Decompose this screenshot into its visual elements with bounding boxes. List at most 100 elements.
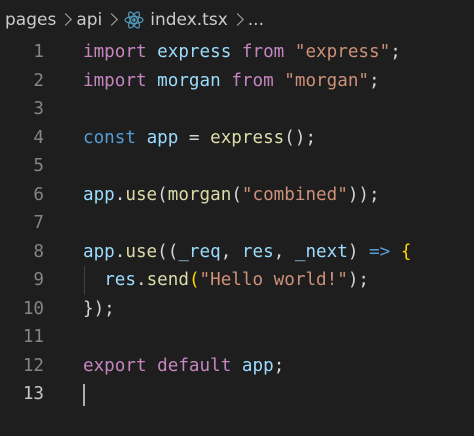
code-token: ) — [347, 241, 370, 262]
code-line[interactable]: 1 import express from "express"; — [0, 38, 474, 67]
chevron-right-icon — [231, 12, 245, 28]
breadcrumb-item-api[interactable]: api — [76, 10, 102, 30]
code-editor[interactable]: 1 import express from "express"; 2 import m… — [0, 38, 474, 409]
code-token: "express" — [294, 42, 391, 62]
chevron-right-icon — [105, 12, 119, 28]
code-token: express — [210, 127, 285, 148]
code-token: app — [83, 241, 115, 262]
code-line[interactable]: 12 export default app; — [0, 352, 474, 381]
code-token: app — [83, 184, 115, 205]
code-token: from — [231, 70, 274, 91]
code-line[interactable]: 10}); — [0, 295, 474, 324]
react-icon — [124, 10, 144, 30]
code-token: use — [125, 184, 158, 205]
code-token: "Hello world!" — [199, 270, 348, 290]
code-line[interactable]: 13 — [0, 380, 474, 409]
code-token: . — [135, 270, 147, 290]
code-token: "combined" — [241, 184, 348, 205]
code-token: import — [83, 42, 147, 62]
breadcrumb: pages api index.tsx ... — [0, 0, 474, 40]
code-line[interactable]: 11 — [0, 323, 474, 352]
code-line[interactable]: 2 import morgan from "morgan"; — [0, 67, 474, 96]
code-token: ( — [231, 184, 242, 205]
code-text: const app = express(); — [83, 124, 316, 153]
line-number: 12 — [22, 355, 44, 376]
line-number: 6 — [33, 184, 44, 205]
code-token: _req — [178, 241, 221, 262]
code-token: ); — [347, 270, 370, 290]
code-line[interactable]: 7 — [0, 209, 474, 238]
code-text: import morgan from "morgan"; — [83, 67, 380, 96]
code-token: "morgan" — [284, 70, 370, 91]
code-token: (); — [284, 127, 317, 148]
line-number: 5 — [33, 156, 44, 176]
code-token: , — [273, 241, 295, 262]
code-line[interactable]: 4 const app = express(); — [0, 124, 474, 153]
code-token: }); — [83, 298, 115, 319]
code-text: app.use((_req, res, _next) => { — [83, 238, 411, 267]
text-cursor — [83, 384, 85, 406]
code-token: res — [241, 241, 274, 262]
line-number: 13 — [22, 384, 44, 404]
line-number: 10 — [22, 298, 44, 319]
breadcrumb-item-pages[interactable]: pages — [5, 10, 56, 30]
code-token: ( — [157, 184, 168, 205]
code-token: const — [83, 127, 136, 148]
code-token: , — [220, 241, 242, 262]
code-token: . — [114, 184, 126, 205]
code-line[interactable]: 8 app.use((_req, res, _next) => { — [0, 238, 474, 267]
code-token: { — [400, 241, 412, 262]
code-token: ; — [390, 42, 401, 62]
code-text: res.send("Hello world!"); — [83, 266, 369, 295]
code-text: export default app; — [83, 352, 284, 381]
line-number: 8 — [33, 241, 44, 262]
code-token: (( — [157, 241, 179, 262]
line-number: 3 — [33, 99, 44, 119]
line-number: 9 — [33, 270, 44, 290]
code-token: ; — [273, 355, 285, 376]
code-token: morgan — [167, 184, 232, 205]
code-line[interactable]: 5 — [0, 152, 474, 181]
code-token: send — [146, 270, 189, 290]
chevron-right-icon — [59, 12, 73, 28]
code-token: app — [241, 355, 274, 376]
code-token: default — [157, 355, 232, 376]
code-text: }); — [83, 295, 115, 324]
code-token: _next — [294, 241, 348, 262]
line-number: 11 — [22, 327, 44, 347]
code-token: = — [178, 127, 211, 148]
line-number: 1 — [33, 42, 44, 62]
code-token: express — [157, 42, 232, 62]
code-line[interactable]: 3 — [0, 95, 474, 124]
code-token: import — [83, 70, 147, 91]
code-token: . — [114, 241, 126, 262]
breadcrumb-item-more[interactable]: ... — [248, 10, 264, 30]
code-text: import express from "express"; — [83, 38, 401, 67]
line-number: 7 — [33, 213, 44, 233]
code-token: from — [241, 42, 285, 62]
code-line[interactable]: 9 res.send("Hello world!"); — [0, 266, 474, 295]
code-token: res — [104, 270, 136, 290]
code-token: => — [369, 241, 391, 262]
code-token: app — [146, 127, 179, 148]
code-token: morgan — [157, 70, 221, 91]
line-number: 2 — [33, 70, 44, 91]
code-token: ( — [188, 270, 200, 290]
code-token: export — [83, 355, 147, 376]
code-token: )); — [347, 184, 380, 205]
line-number: 4 — [33, 127, 44, 148]
breadcrumb-item-file[interactable]: index.tsx — [150, 10, 228, 30]
code-token: ; — [369, 70, 380, 91]
code-line[interactable]: 6 app.use(morgan("combined")); — [0, 181, 474, 210]
